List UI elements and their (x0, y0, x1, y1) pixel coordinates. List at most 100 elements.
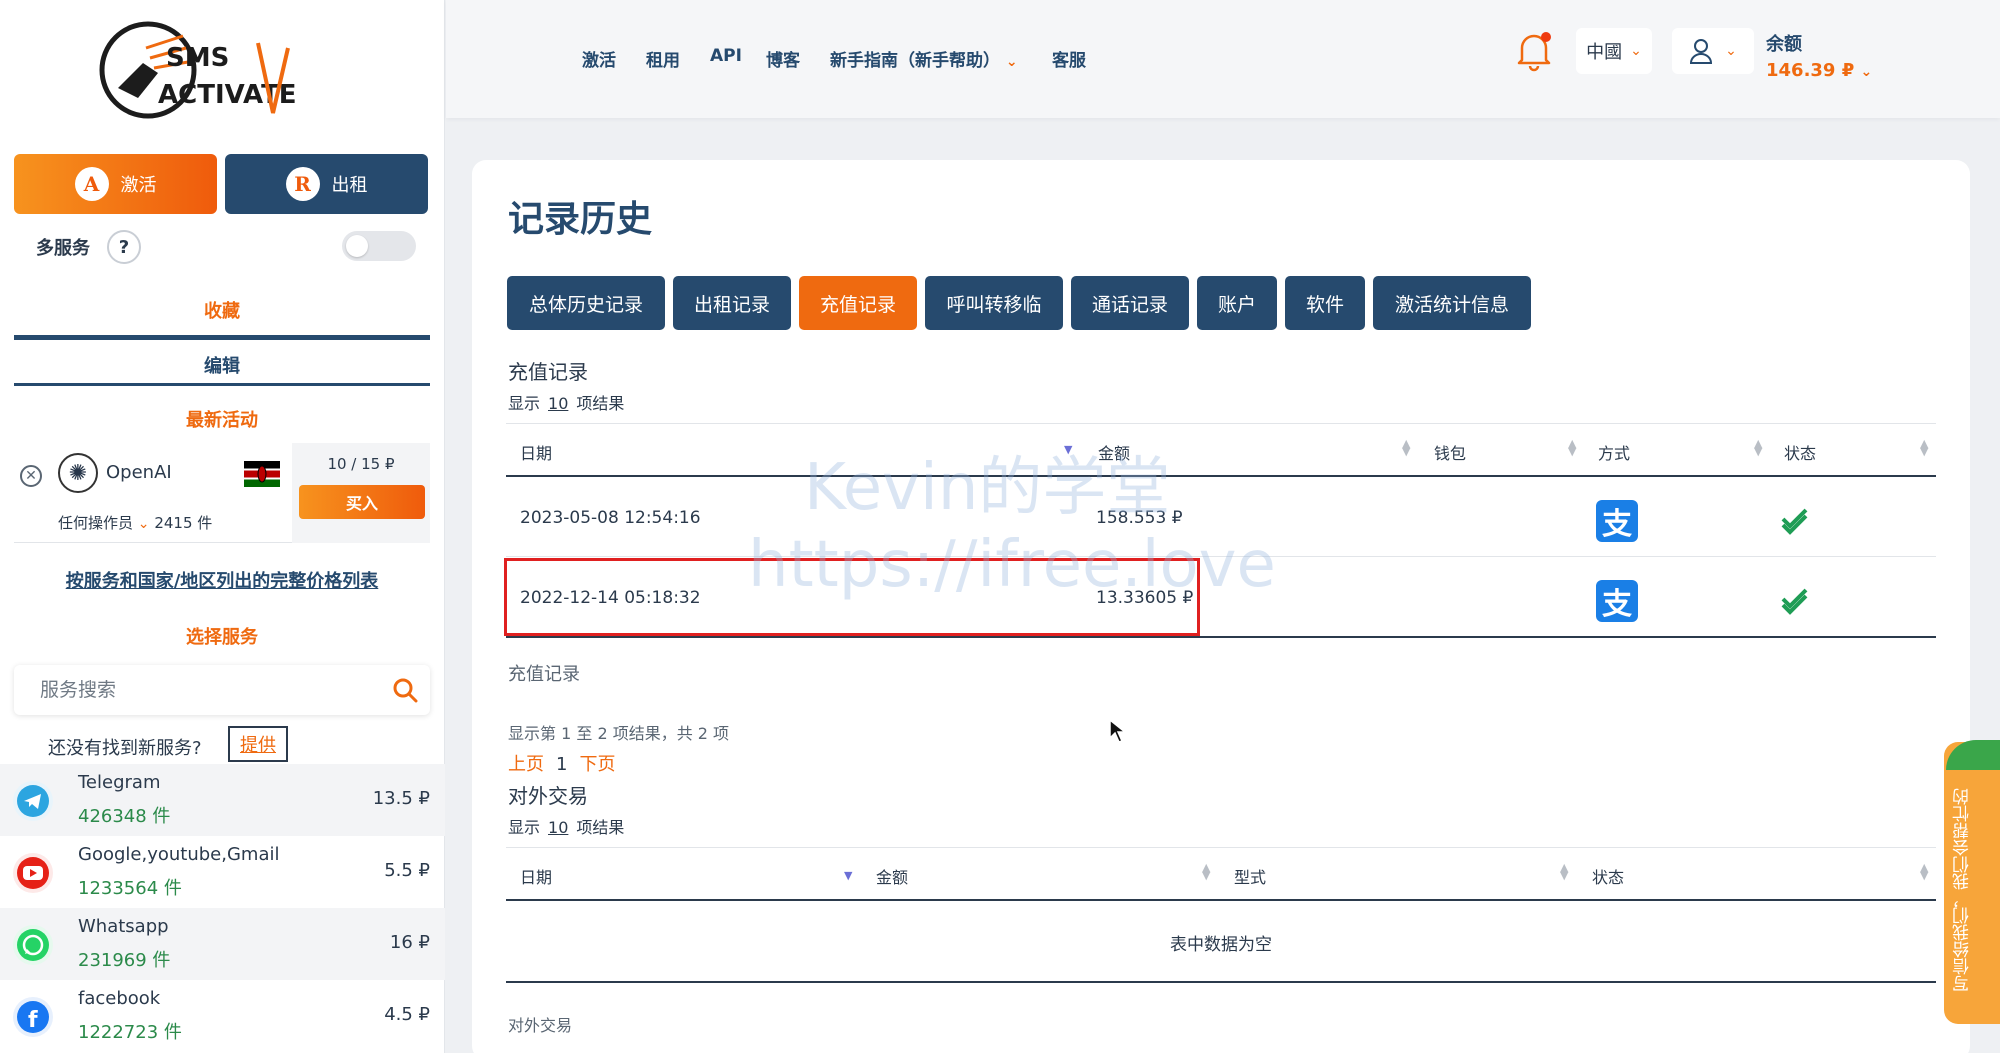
recharge-section-title: 充值记录 (508, 360, 588, 384)
nav-support[interactable]: 客服 (1052, 46, 1086, 71)
choose-service-heading: 选择服务 (186, 627, 258, 648)
not-found-text: 还没有找到新服务? (48, 738, 202, 759)
check-icon (1781, 508, 1808, 535)
balance-label: 余额 (1766, 34, 1802, 55)
column-header-amount[interactable]: 金额 (1098, 440, 1130, 464)
sort-icon[interactable]: ▲ ▼ (1920, 862, 1928, 881)
language-label: 中國 (1586, 42, 1623, 63)
pagination: 上页 1 下页 (508, 750, 615, 776)
rent-mode-label: 出租 (331, 175, 368, 196)
column-header-date[interactable]: 日期 (520, 864, 552, 888)
nav-guide[interactable]: 新手指南（新手帮助） ⌄ (830, 46, 1018, 71)
current-page[interactable]: 1 (556, 754, 567, 775)
table-bottom-line (506, 981, 1936, 983)
divider (506, 847, 1936, 848)
external-page-size: 显示 10 项结果 (508, 814, 624, 838)
external-caption: 对外交易 (508, 1016, 573, 1035)
nav-blog[interactable]: 博客 (766, 46, 800, 71)
recent-service-card: ✕ ✺ OpenAI 10 / 15 ₽ 买入 任何操作员 ⌄ 2415 件 (14, 443, 430, 543)
chevron-down-icon: ⌄ (137, 516, 150, 532)
rent-mode-button[interactable]: R 出租 (225, 154, 428, 214)
multi-service-toggle[interactable] (342, 231, 416, 261)
divider (14, 335, 430, 340)
nav-rent[interactable]: 租用 (646, 46, 680, 71)
sort-icon[interactable]: ▲ ▼ (1202, 862, 1210, 881)
service-row-facebook[interactable]: f facebook 1222723 件 4.5 ₽ (0, 980, 445, 1052)
divider (506, 423, 1936, 424)
service-price: 13.5 ₽ (372, 788, 430, 809)
tab-call-history[interactable]: 通话记录 (1071, 276, 1189, 330)
sort-icon[interactable]: ▲ ▼ (1568, 438, 1576, 457)
column-header-date[interactable]: 日期 (520, 440, 552, 464)
sort-icon[interactable]: ▲ ▼ (1920, 438, 1928, 457)
service-row-whatsapp[interactable]: Whatsapp 231969 件 16 ₽ (0, 908, 445, 980)
user-menu[interactable]: ⌄ (1672, 28, 1754, 74)
page-size-select[interactable]: 10 (548, 818, 568, 837)
nav-guide-label: 新手指南（新手帮助） (830, 51, 1000, 71)
edit-tab[interactable]: 编辑 (14, 352, 430, 378)
service-search-box (14, 665, 430, 715)
page-size-select[interactable]: 10 (548, 394, 568, 413)
tab-call-forwarding[interactable]: 呼叫转移临 (925, 276, 1063, 330)
table-bottom-line (506, 636, 1936, 638)
table-header-line (506, 899, 1936, 901)
sort-desc-icon[interactable]: ▼ (844, 870, 852, 881)
service-name: Telegram (78, 772, 161, 793)
favorites-tab[interactable]: 收藏 (14, 297, 430, 323)
column-header-wallet[interactable]: 钱包 (1434, 440, 1466, 464)
column-header-status[interactable]: 状态 (1592, 864, 1624, 888)
language-select[interactable]: 中國 ⌄ (1576, 28, 1652, 74)
tab-software[interactable]: 软件 (1285, 276, 1365, 330)
facebook-icon: f (13, 997, 53, 1037)
row-date: 2023-05-08 12:54:16 (520, 508, 701, 528)
buy-button[interactable]: 买入 (299, 485, 425, 519)
balance-value[interactable]: 146.39 ₽ ⌄ (1766, 60, 1872, 81)
tab-activation-stats[interactable]: 激活统计信息 (1373, 276, 1531, 330)
table-header-line (506, 475, 1936, 477)
price-list-link[interactable]: 按服务和国家/地区列出的完整价格列表 (14, 567, 430, 593)
recharge-caption: 充值记录 (508, 664, 580, 685)
row-amount: 158.553 ₽ (1096, 508, 1183, 528)
prev-page-button[interactable]: 上页 (508, 754, 544, 775)
service-count: 1233564 件 (78, 878, 182, 899)
empty-table-message: 表中数据为空 (1170, 935, 1272, 955)
nav-activate[interactable]: 激活 (582, 46, 616, 71)
service-row-google[interactable]: Google,youtube,Gmail 1233564 件 5.5 ₽ (0, 836, 445, 908)
service-row-telegram[interactable]: Telegram 426348 件 13.5 ₽ (0, 764, 445, 836)
column-header-status[interactable]: 状态 (1784, 440, 1816, 464)
next-page-button[interactable]: 下页 (579, 754, 615, 775)
chevron-down-icon: ⌄ (1860, 64, 1873, 80)
sort-icon[interactable]: ▲ ▼ (1754, 438, 1762, 457)
bell-icon[interactable] (1514, 28, 1554, 72)
search-icon[interactable] (392, 677, 418, 703)
nav-api[interactable]: API (710, 46, 742, 66)
sms-activate-logo[interactable]: SMS ACTIVATE (98, 18, 348, 123)
recent-service-name: OpenAI (106, 462, 172, 483)
multi-service-label: 多服务 (36, 238, 90, 259)
operator-select[interactable]: 任何操作员 ⌄ 2415 件 (58, 512, 212, 533)
service-search-input[interactable] (40, 675, 370, 705)
service-name: Google,youtube,Gmail (78, 844, 280, 865)
column-header-type[interactable]: 型式 (1234, 864, 1266, 888)
service-count: 426348 件 (78, 806, 171, 827)
tab-overall-history[interactable]: 总体历史记录 (507, 276, 665, 330)
remove-icon[interactable]: ✕ (20, 465, 42, 487)
feedback-label: 写信给我们，我们会帮忙的 (1953, 788, 1973, 992)
sort-icon[interactable]: ▲ ▼ (1560, 862, 1568, 881)
column-header-amount[interactable]: 金额 (876, 864, 908, 888)
column-header-method[interactable]: 方式 (1598, 440, 1630, 464)
activate-mode-button[interactable]: A 激活 (14, 154, 217, 214)
tab-account[interactable]: 账户 (1197, 276, 1277, 330)
sort-icon[interactable]: ▲ ▼ (1402, 438, 1410, 457)
recharge-page-size: 显示 10 项结果 (508, 390, 624, 414)
chevron-down-icon: ⌄ (1005, 54, 1018, 70)
tab-rent-history[interactable]: 出租记录 (673, 276, 791, 330)
tab-recharge-history[interactable]: 充值记录 (799, 276, 917, 330)
balance-amount: 146.39 ₽ (1766, 60, 1855, 81)
help-icon[interactable]: ? (107, 230, 141, 264)
sort-desc-icon[interactable]: ▼ (1064, 444, 1072, 455)
offer-service-button[interactable]: 提供 (228, 726, 288, 762)
svg-text:SMS: SMS (166, 43, 229, 73)
show-prefix: 显示 (508, 394, 541, 413)
sidebar: SMS ACTIVATE A 激活 R 出租 多服务 ? 收藏 编辑 最新活动 … (0, 0, 445, 1053)
